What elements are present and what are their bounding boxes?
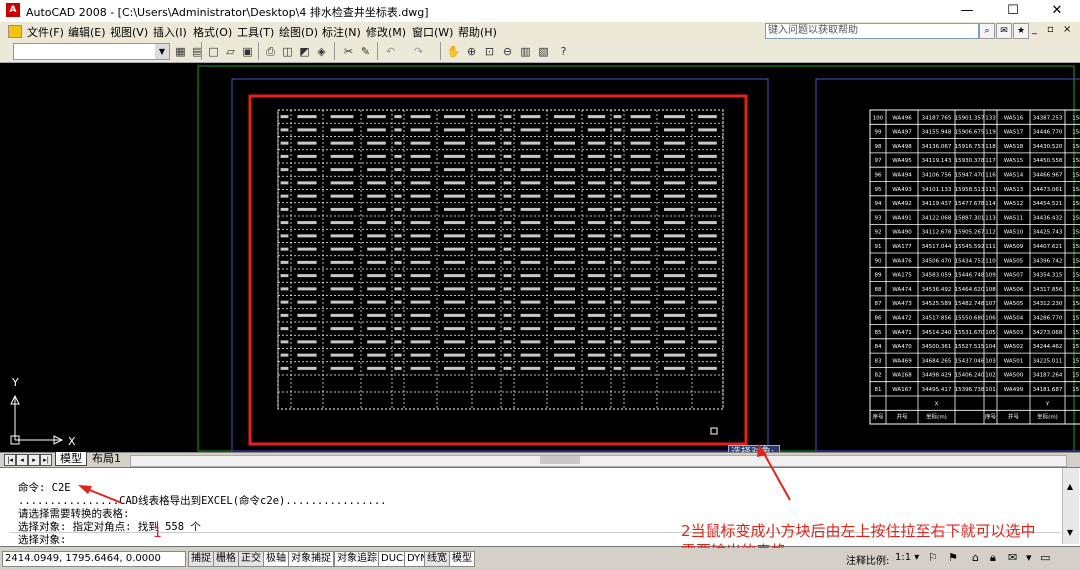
annotation-visibility-icon[interactable]: ⚐ [928,551,938,564]
annotation-arrow-2 [761,449,791,501]
lock-icon[interactable]: 🔒︎ [990,551,996,565]
coordinate-readout[interactable]: 2414.0949, 1795.6464, 0.0000 [2,551,186,567]
annotation-arrowhead-2 [757,444,767,457]
status-menu-icon[interactable]: ▾ [1026,551,1032,564]
lineweight-toggle[interactable]: 线宽 [424,551,450,567]
communication-icon[interactable]: ✉ [1008,551,1017,564]
annotation-overlay [78,444,791,504]
osnap-toggle[interactable]: 对象捕捉 [288,551,334,567]
annotation-text-2: 2当鼠标变成小方块后由左上按住拉至右下就可以选中 [681,522,1036,540]
annotation-scale-label: 注释比例: [846,556,890,567]
model-toggle[interactable]: 模型 [449,551,475,567]
polar-toggle[interactable]: 极轴 [263,551,289,567]
annotation-marker-1: 1 [153,525,162,541]
clean-screen-icon[interactable]: ▭ [1040,551,1050,564]
toolbar-lock-icon[interactable]: ⌂ [972,551,979,564]
auto-scale-icon[interactable]: ⚑ [948,551,958,564]
annotation-scale-dropdown[interactable]: 1:1 ▾ [895,552,919,563]
ortho-toggle[interactable]: 正交 [238,551,264,567]
annotation-arrowhead-1 [78,485,92,494]
grid-toggle[interactable]: 栅格 [213,551,239,567]
otrack-toggle[interactable]: 对象追踪 [334,551,380,567]
snap-toggle[interactable]: 捕捉 [188,551,214,567]
